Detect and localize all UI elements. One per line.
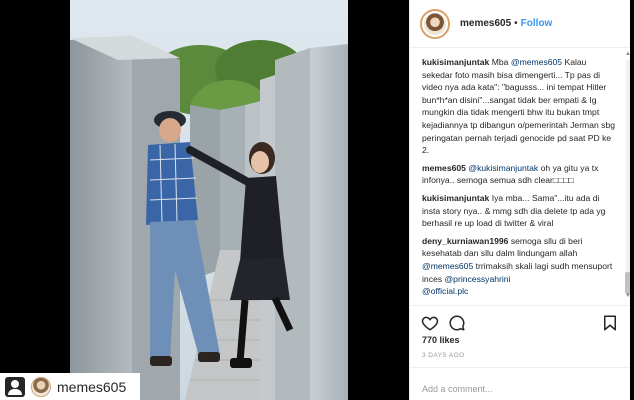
bottom-username[interactable]: memes605 xyxy=(57,379,126,395)
comment-username[interactable]: kukisimanjuntak xyxy=(422,57,489,67)
comment-item: kukisimanjuntak Iya mba... Sama"...itu a… xyxy=(422,192,615,230)
comment-mention[interactable]: @memes605 xyxy=(422,261,473,271)
add-comment-area xyxy=(410,367,634,400)
avatar[interactable] xyxy=(420,8,450,39)
photo-area xyxy=(0,0,409,400)
post-date: 3 DAYS AGO xyxy=(422,352,465,359)
bookmark-icon[interactable] xyxy=(601,314,619,332)
comment-mention[interactable]: @princessyahrini xyxy=(444,274,510,284)
action-bar xyxy=(410,305,634,335)
post-side-panel: memes605 • Follow kukisimanjuntak Mba @m… xyxy=(409,0,634,400)
comment-mention[interactable]: @kukisimanjuntak xyxy=(468,163,538,173)
comment-text: Kalau sekedar foto masih bisa dimengerti… xyxy=(422,57,616,156)
post-header: memes605 • Follow xyxy=(410,0,634,48)
comment-item: memes605 @kukisimanjuntak oh ya gitu ya … xyxy=(422,162,615,187)
comment-username[interactable]: memes605 xyxy=(422,163,466,173)
comment-icon[interactable] xyxy=(448,314,466,332)
comment-username[interactable]: kukisimanjuntak xyxy=(422,193,489,203)
window-edge xyxy=(630,0,634,400)
bottom-bar: memes605 xyxy=(0,373,140,400)
comment-item: deny_kurniawan1996 semoga sllu di beri k… xyxy=(422,235,615,298)
comment-input[interactable] xyxy=(422,384,623,394)
post-username[interactable]: memes605 xyxy=(460,18,511,29)
separator-dot: • xyxy=(514,18,518,29)
post-photo-illustration xyxy=(70,0,348,400)
comment-list: kukisimanjuntak Mba @memes605 Kalau seke… xyxy=(410,50,625,302)
comment-mention[interactable]: @memes605 xyxy=(511,57,562,67)
follow-button[interactable]: Follow xyxy=(521,18,553,29)
user-icon[interactable] xyxy=(5,376,25,397)
comment-mention[interactable]: @official.plc xyxy=(422,286,468,296)
avatar-image xyxy=(424,12,446,35)
comment-text: Mba xyxy=(489,57,511,67)
comment-username[interactable]: deny_kurniawan1996 xyxy=(422,236,508,246)
post-photo[interactable] xyxy=(70,0,348,400)
bottom-avatar[interactable] xyxy=(31,376,51,397)
likes-count[interactable]: 770 likes xyxy=(422,335,460,345)
comment-item: kukisimanjuntak Mba @memes605 Kalau seke… xyxy=(422,56,615,157)
heart-icon[interactable] xyxy=(421,314,439,332)
